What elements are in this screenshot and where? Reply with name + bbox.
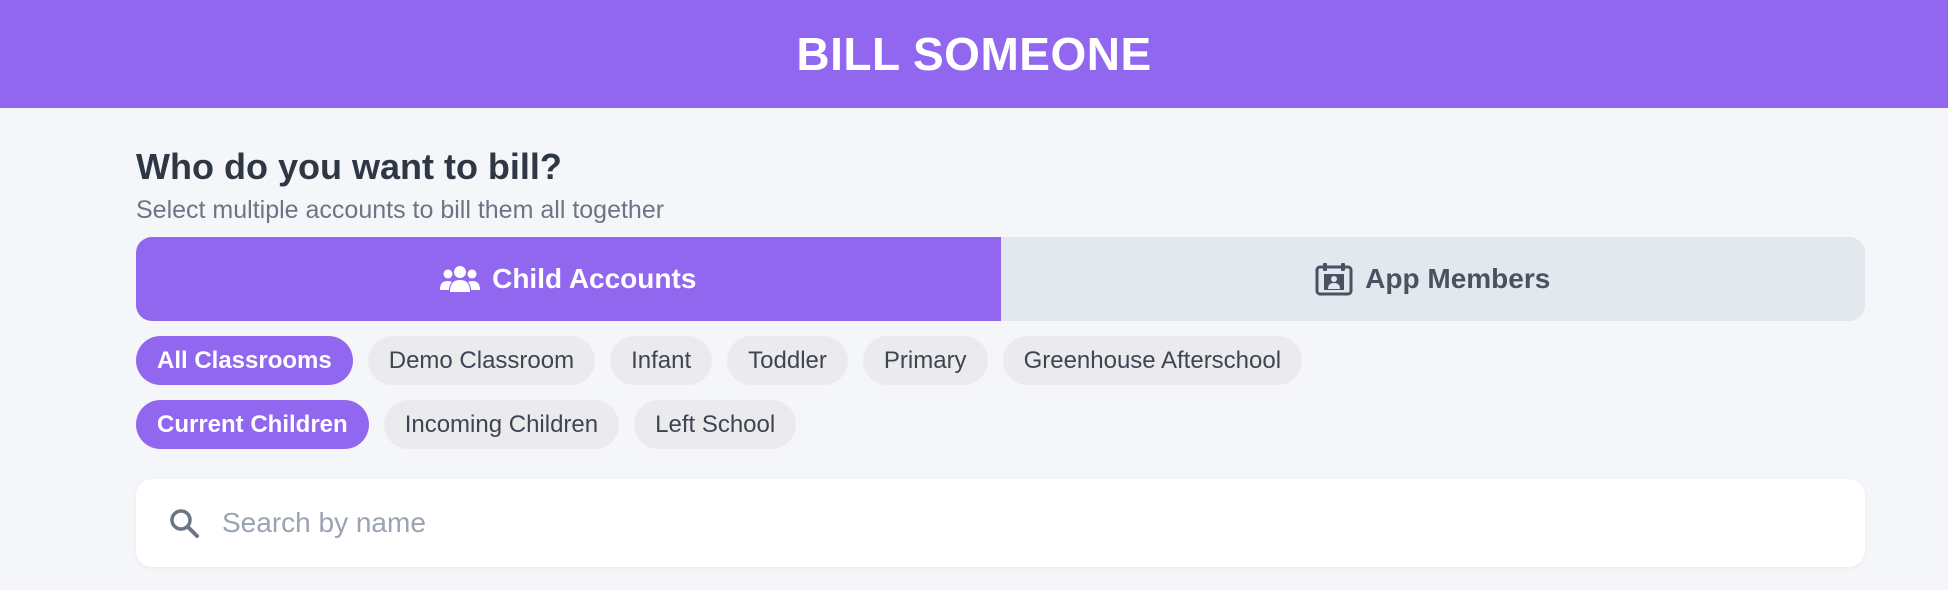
filter-toddler[interactable]: Toddler	[727, 336, 848, 385]
billing-question: Who do you want to bill?	[136, 146, 562, 187]
users-icon	[440, 264, 481, 294]
status-filter-row: Current Children Incoming Children Left …	[136, 400, 797, 449]
filter-greenhouse-afterschool[interactable]: Greenhouse Afterschool	[1002, 336, 1303, 385]
search-input[interactable]	[222, 493, 1782, 553]
page-title: BILL SOMEONE	[796, 28, 1152, 80]
child-accounts-tab[interactable]: Child Accounts	[136, 237, 1001, 321]
calendar-person-icon	[1315, 262, 1353, 296]
filter-all-classrooms[interactable]: All Classrooms	[136, 336, 353, 385]
classroom-filter-row: All Classrooms Demo Classroom Infant Tod…	[136, 336, 1303, 385]
page-header: BILL SOMEONE	[0, 0, 1948, 108]
filter-incoming-children[interactable]: Incoming Children	[383, 400, 620, 449]
filter-primary[interactable]: Primary	[862, 336, 988, 385]
app-members-label: App Members	[1365, 263, 1551, 294]
filter-left-school[interactable]: Left School	[634, 400, 797, 449]
app-members-tab[interactable]: App Members	[1000, 237, 1865, 321]
filter-infant[interactable]: Infant	[610, 336, 713, 385]
filter-current-children[interactable]: Current Children	[136, 400, 369, 449]
search-icon	[168, 507, 200, 539]
billing-subtitle: Select multiple accounts to bill them al…	[136, 196, 665, 224]
filter-demo-classroom[interactable]: Demo Classroom	[367, 336, 596, 385]
search-box	[136, 479, 1865, 567]
account-type-toggle: Child Accounts App Members	[136, 237, 1865, 321]
child-accounts-label: Child Accounts	[492, 263, 697, 294]
